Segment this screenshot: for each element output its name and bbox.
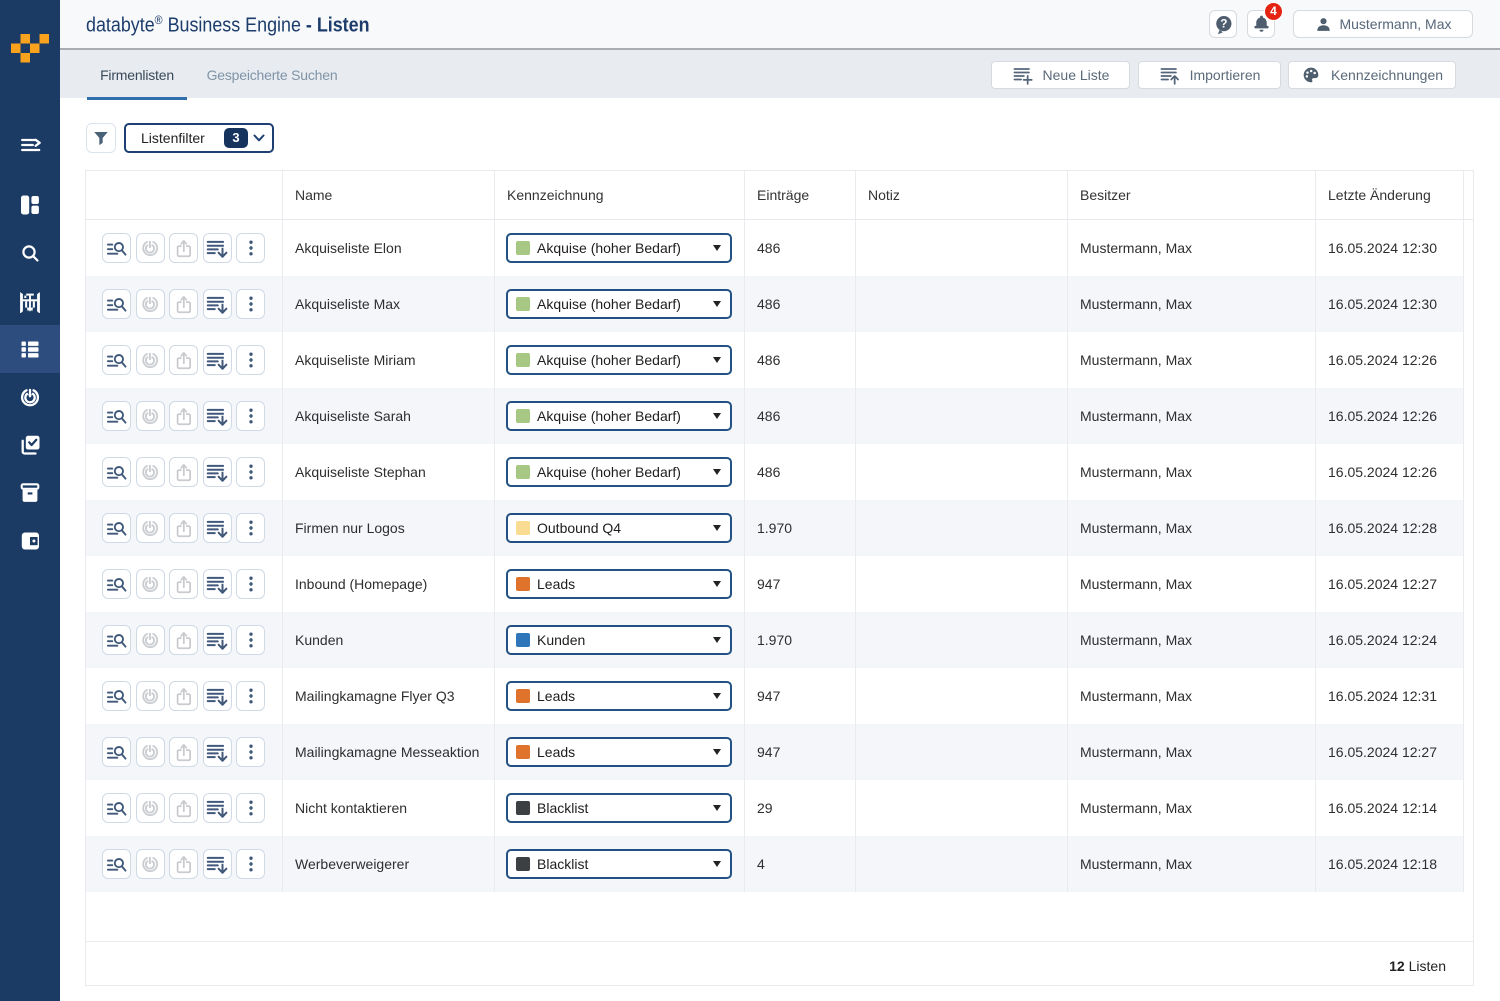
svg-text:?: ?	[1220, 16, 1227, 30]
